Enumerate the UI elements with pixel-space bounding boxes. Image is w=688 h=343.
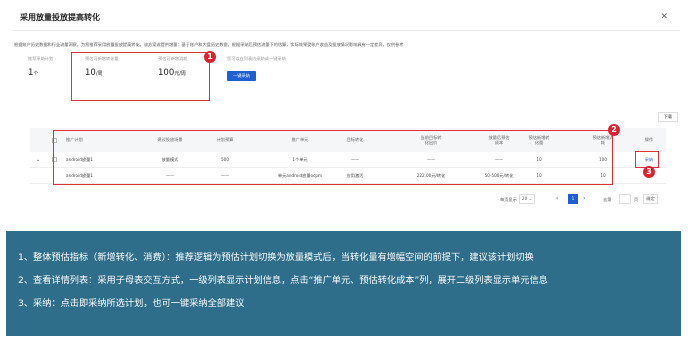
goto-confirm-button[interactable]: 确定 [643, 194, 658, 204]
prev-page-icon[interactable]: ‹ [556, 195, 558, 202]
page-1-button[interactable]: 1 [568, 194, 578, 204]
per-page-label: 每页显示 [500, 197, 517, 202]
screenshot: 采用放量投放提高转化 ✕ 根据账户历史数据和行业流量洞察，为您推荐采用放量投放提… [0, 0, 688, 343]
col-header: 操作 [644, 137, 654, 143]
adopt-dialog: 采用放量投放提高转化 ✕ [12, 4, 680, 218]
download-button[interactable]: 下载 [658, 112, 678, 122]
note-3: 3、采纳：点击即采纳所选计划，也可一键采纳全部建议 [18, 298, 245, 309]
per-page-select[interactable]: 20 ⌄ [519, 194, 535, 204]
goto-page-input[interactable] [619, 194, 631, 204]
annotation-badge-2: 2 [608, 124, 620, 136]
goto-label: 去第 [603, 197, 612, 202]
dialog-description: 根据账户历史数据和行业流量洞察，为您推荐采用放量投放提高转化，该方案或提供增量：… [14, 42, 404, 47]
metric-recommended-plans: 推荐采纳计划 1个 [28, 56, 53, 78]
expand-icon[interactable]: ⌄ [36, 152, 40, 167]
metric-label: 您可以在列表内采纳或一键采纳 [227, 56, 286, 61]
annotation-badge-1: 1 [204, 51, 216, 63]
metric-unit: 个 [33, 71, 39, 77]
page-suffix: 页 [634, 197, 639, 202]
note-1: 1、整体预估指标（新增转化、消费）：推荐逻辑为预估计划切换为放量模式后，当转化量… [18, 252, 534, 263]
metric-label: 推荐采纳计划 [28, 56, 54, 61]
note-2: 2、查看详情列表：采用子母表交互方式，一级列表显示计划信息，点击“推广单元、预估… [18, 275, 548, 286]
dialog-title: 采用放量投放提高转化 [20, 13, 100, 22]
table-highlight-box [53, 130, 613, 185]
metric-adopt-hint: 您可以在列表内采纳或一键采纳 [227, 56, 286, 62]
adopt-all-button[interactable]: 一键采纳 [227, 71, 256, 81]
divider [12, 30, 680, 31]
metrics-highlight-box [71, 52, 210, 101]
next-page-icon[interactable]: › [583, 195, 585, 202]
notes-panel: 1、整体预估指标（新增转化、消费）：推荐逻辑为预估计划切换为放量模式后，当转化量… [6, 231, 681, 336]
annotation-badge-3: 3 [643, 166, 655, 178]
close-icon[interactable]: ✕ [660, 13, 668, 22]
